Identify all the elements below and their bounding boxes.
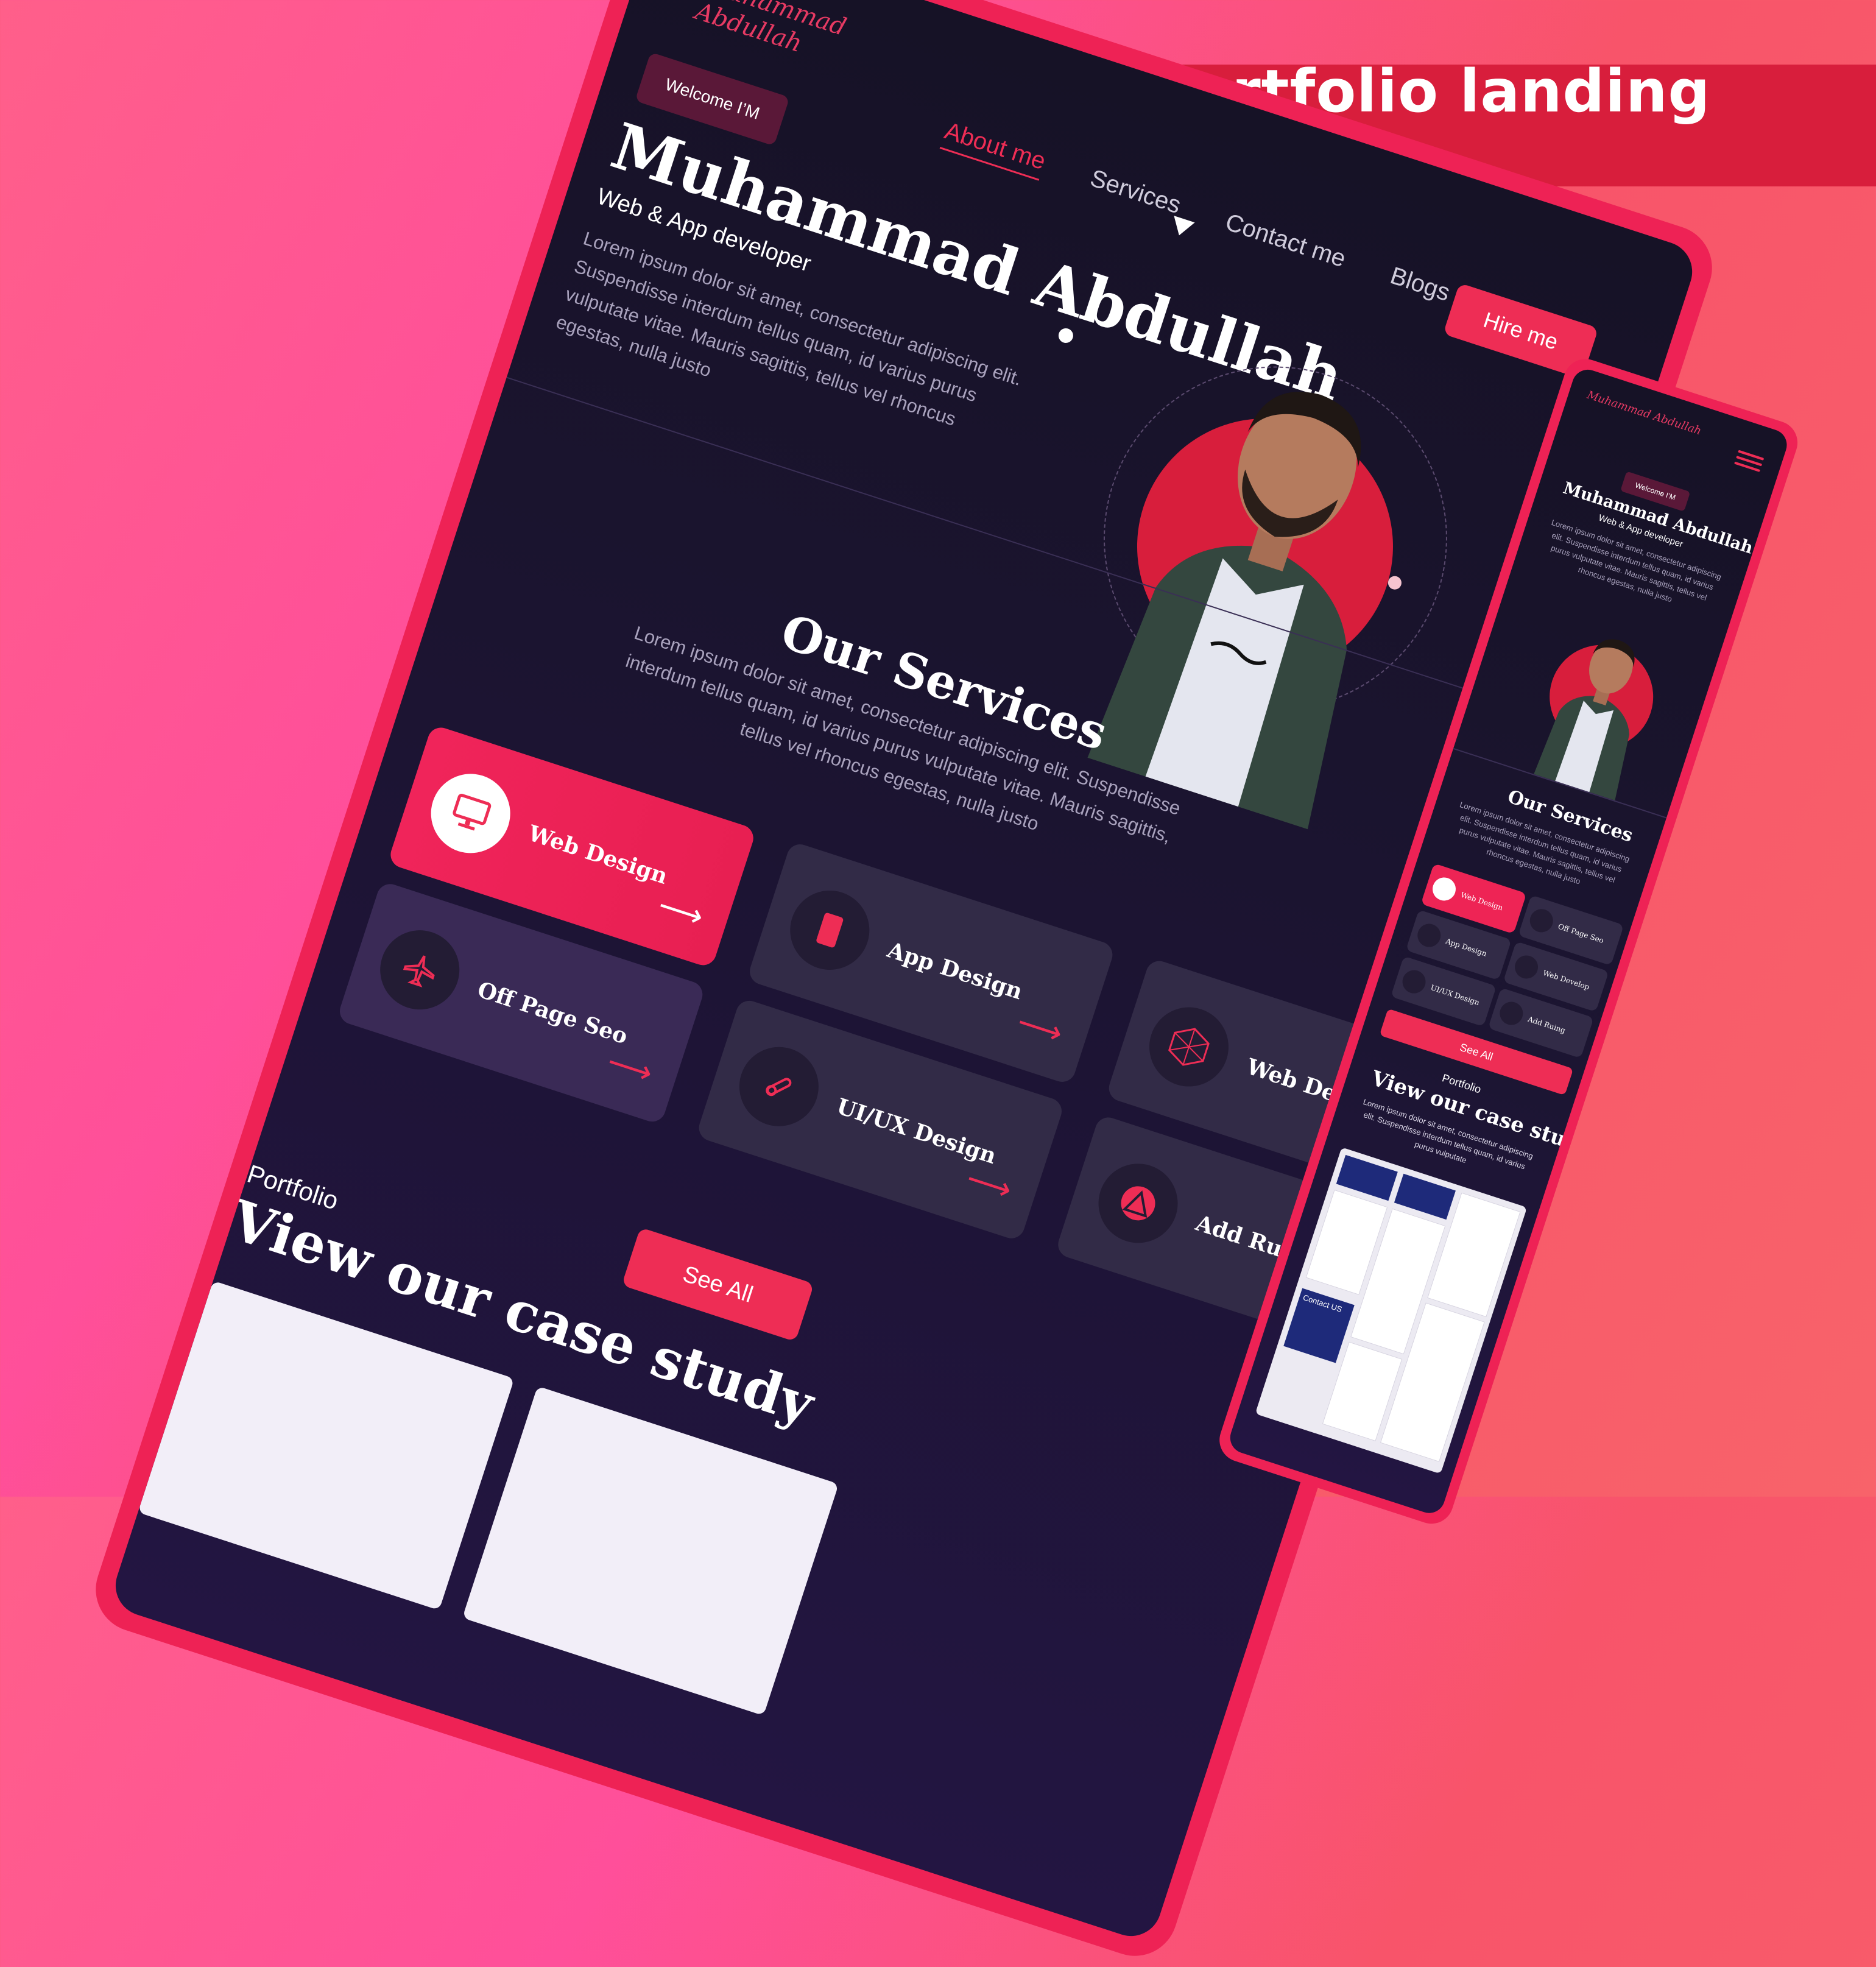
airplane-icon — [370, 920, 470, 1020]
portrait-image — [1087, 392, 1361, 830]
service-card-label: UI/UX Design — [833, 1093, 1000, 1170]
case-study-thumbnail[interactable] — [462, 1386, 839, 1716]
mobile-service-label: App Design — [1444, 936, 1488, 958]
polyhedron-icon — [1512, 952, 1542, 982]
case-study-thumbnail[interactable] — [138, 1280, 515, 1611]
triangle-icon — [1497, 998, 1526, 1028]
triangle-icon — [1088, 1153, 1188, 1254]
service-card-label: Off Page Seo — [474, 976, 631, 1050]
tools-icon — [1399, 967, 1429, 997]
logo[interactable]: Muhammad Abdullah — [692, 0, 850, 62]
mobile-service-label: Off Page Seo — [1557, 922, 1605, 945]
polyhedron-icon — [1139, 997, 1239, 1097]
mobile-service-label: Web Design — [1459, 890, 1504, 913]
mobile-service-label: UI/UX Design — [1429, 983, 1481, 1008]
mobile-portrait-image — [1534, 639, 1635, 800]
nav-about-me[interactable]: About me — [939, 117, 1049, 181]
service-card-label: App Design — [884, 937, 1026, 1005]
nav-contact-me[interactable]: Contact me — [1221, 208, 1349, 278]
tools-icon — [728, 1036, 829, 1137]
mobile-logo[interactable]: Muhammad Abdullah — [1585, 389, 1703, 438]
airplane-icon — [1526, 906, 1556, 936]
mobile-icon — [1414, 920, 1444, 950]
service-card-label: Web Design — [525, 820, 671, 889]
monitor-icon — [420, 763, 521, 864]
mobile-service-label: Add Ruing — [1526, 1014, 1567, 1035]
menu-icon[interactable] — [1733, 450, 1765, 476]
mobile-icon — [780, 880, 880, 980]
contact-us-block: Contact US — [1283, 1288, 1355, 1363]
nav-services[interactable]: Services — [1085, 164, 1184, 225]
mobile-service-label: Web Develop — [1542, 968, 1591, 992]
nav-blogs[interactable]: Blogs — [1385, 262, 1453, 312]
monitor-icon — [1430, 874, 1459, 904]
